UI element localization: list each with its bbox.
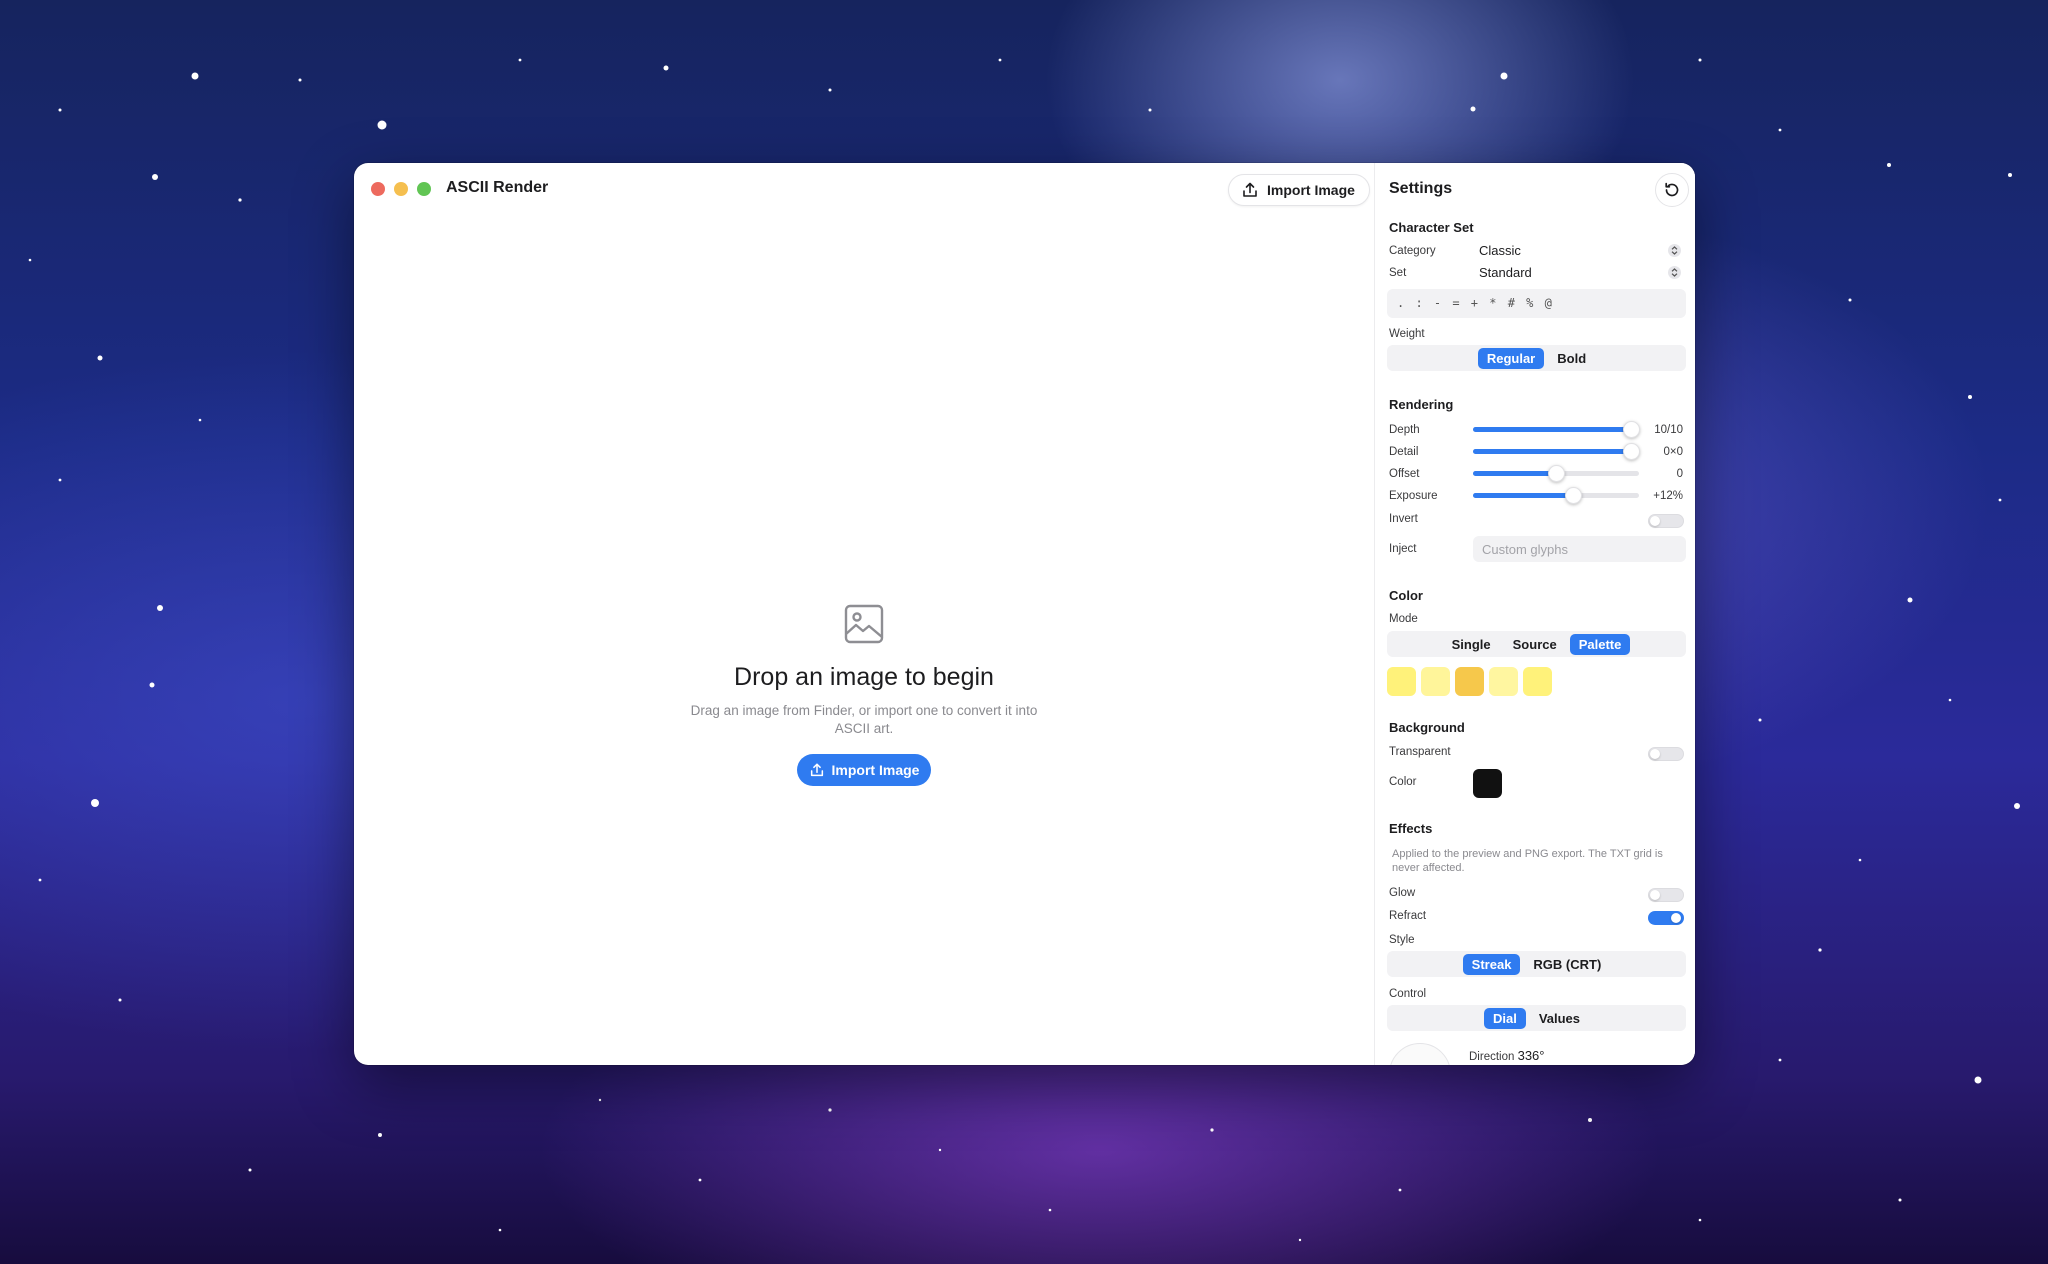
mode-option-palette[interactable]: Palette [1569, 633, 1631, 655]
set-stepper-icon[interactable] [1668, 266, 1681, 279]
background-heading: Background [1389, 720, 1465, 735]
upload-icon [810, 763, 823, 777]
glow-toggle[interactable] [1648, 888, 1684, 902]
control-segmented-control: Dial Values [1387, 1005, 1686, 1031]
close-button[interactable] [371, 182, 385, 196]
weight-option-regular[interactable]: Regular [1477, 347, 1545, 369]
detail-value: 0×0 [1663, 446, 1683, 458]
depth-value: 10/10 [1654, 424, 1683, 436]
transparent-toggle[interactable] [1648, 747, 1684, 761]
style-option-rgb-crt[interactable]: RGB (CRT) [1524, 954, 1610, 975]
mode-option-source[interactable]: Source [1504, 634, 1566, 655]
drop-subtitle: Drag an image from Finder, or import one… [690, 703, 1038, 736]
depth-label: Depth [1389, 424, 1420, 436]
refract-label: Refract [1389, 910, 1427, 922]
control-label: Control [1389, 988, 1427, 1000]
glow-label: Glow [1389, 887, 1416, 899]
glyph-preview[interactable]: . : - = + * # % @ [1387, 289, 1686, 318]
palette-swatch-4[interactable] [1489, 667, 1518, 696]
toolbar-import-button[interactable]: Import Image [1228, 174, 1370, 206]
color-heading: Color [1389, 588, 1423, 603]
control-option-dial[interactable]: Dial [1483, 1007, 1526, 1029]
set-label: Set [1389, 267, 1407, 279]
offset-slider[interactable] [1473, 465, 1639, 482]
weight-label: Weight [1389, 328, 1425, 340]
effects-note: Applied to the preview and PNG export. T… [1392, 848, 1663, 874]
toolbar-import-label: Import Image [1267, 182, 1355, 198]
upload-icon [1243, 182, 1257, 197]
minimize-button[interactable] [394, 182, 408, 196]
invert-toggle[interactable] [1648, 514, 1684, 528]
inject-input[interactable] [1473, 536, 1686, 562]
style-option-streak[interactable]: Streak [1462, 953, 1521, 975]
settings-title: Settings [1389, 180, 1453, 197]
control-option-values[interactable]: Values [1530, 1008, 1589, 1029]
offset-value: 0 [1676, 468, 1683, 480]
color-mode-segmented-control: Single Source Palette [1387, 631, 1686, 657]
depth-slider[interactable] [1473, 421, 1640, 438]
reset-icon [1665, 182, 1679, 197]
background-color-label: Color [1389, 776, 1417, 788]
title-bar: ASCII Render Import Image [354, 163, 1374, 215]
app-title: ASCII Render [446, 179, 549, 196]
direction-value: 336° [1517, 1048, 1545, 1063]
category-label: Category [1389, 245, 1436, 257]
exposure-value: +12% [1653, 490, 1683, 502]
palette-swatch-1[interactable] [1387, 667, 1416, 696]
weight-segmented-control: Regular Bold [1387, 345, 1686, 371]
character-set-heading: Character Set [1389, 220, 1474, 235]
effect-style-segmented-control: Streak RGB (CRT) [1387, 951, 1686, 977]
photo-icon [844, 604, 884, 644]
category-select[interactable]: Classic [1479, 243, 1521, 258]
drop-title: Drop an image to begin [734, 663, 994, 691]
detail-slider[interactable] [1473, 443, 1640, 460]
effects-heading: Effects [1389, 821, 1433, 836]
settings-sidebar: Settings Character Set Category Classic … [1374, 163, 1695, 1065]
mode-label: Mode [1389, 613, 1418, 625]
category-stepper-icon[interactable] [1668, 244, 1681, 257]
weight-option-bold[interactable]: Bold [1548, 348, 1595, 369]
zoom-button[interactable] [417, 182, 431, 196]
import-image-label: Import Image [831, 762, 920, 778]
import-image-button[interactable]: Import Image [797, 754, 931, 786]
mode-option-single[interactable]: Single [1443, 634, 1500, 655]
detail-label: Detail [1389, 446, 1419, 458]
refract-toggle[interactable] [1648, 911, 1684, 925]
direction-readout: Direction 336° [1469, 1048, 1544, 1063]
rendering-heading: Rendering [1389, 397, 1454, 412]
set-select[interactable]: Standard [1479, 265, 1532, 280]
reset-button[interactable] [1655, 173, 1689, 207]
style-label: Style [1389, 934, 1415, 946]
exposure-slider[interactable] [1473, 487, 1639, 504]
direction-dial[interactable] [1389, 1043, 1451, 1065]
invert-label: Invert [1389, 513, 1418, 525]
image-drop-area[interactable]: Drop an image to begin Drag an image fro… [354, 215, 1374, 1065]
inject-label: Inject [1389, 543, 1417, 555]
transparent-label: Transparent [1389, 746, 1451, 758]
direction-label: Direction [1469, 1051, 1515, 1063]
palette-swatch-3[interactable] [1455, 667, 1484, 696]
background-color-well[interactable] [1473, 769, 1502, 798]
palette-swatch-5[interactable] [1523, 667, 1552, 696]
exposure-label: Exposure [1389, 490, 1438, 502]
palette-swatch-2[interactable] [1421, 667, 1450, 696]
app-window: ASCII Render Import Image Drop an image … [354, 163, 1695, 1065]
offset-label: Offset [1389, 468, 1420, 480]
